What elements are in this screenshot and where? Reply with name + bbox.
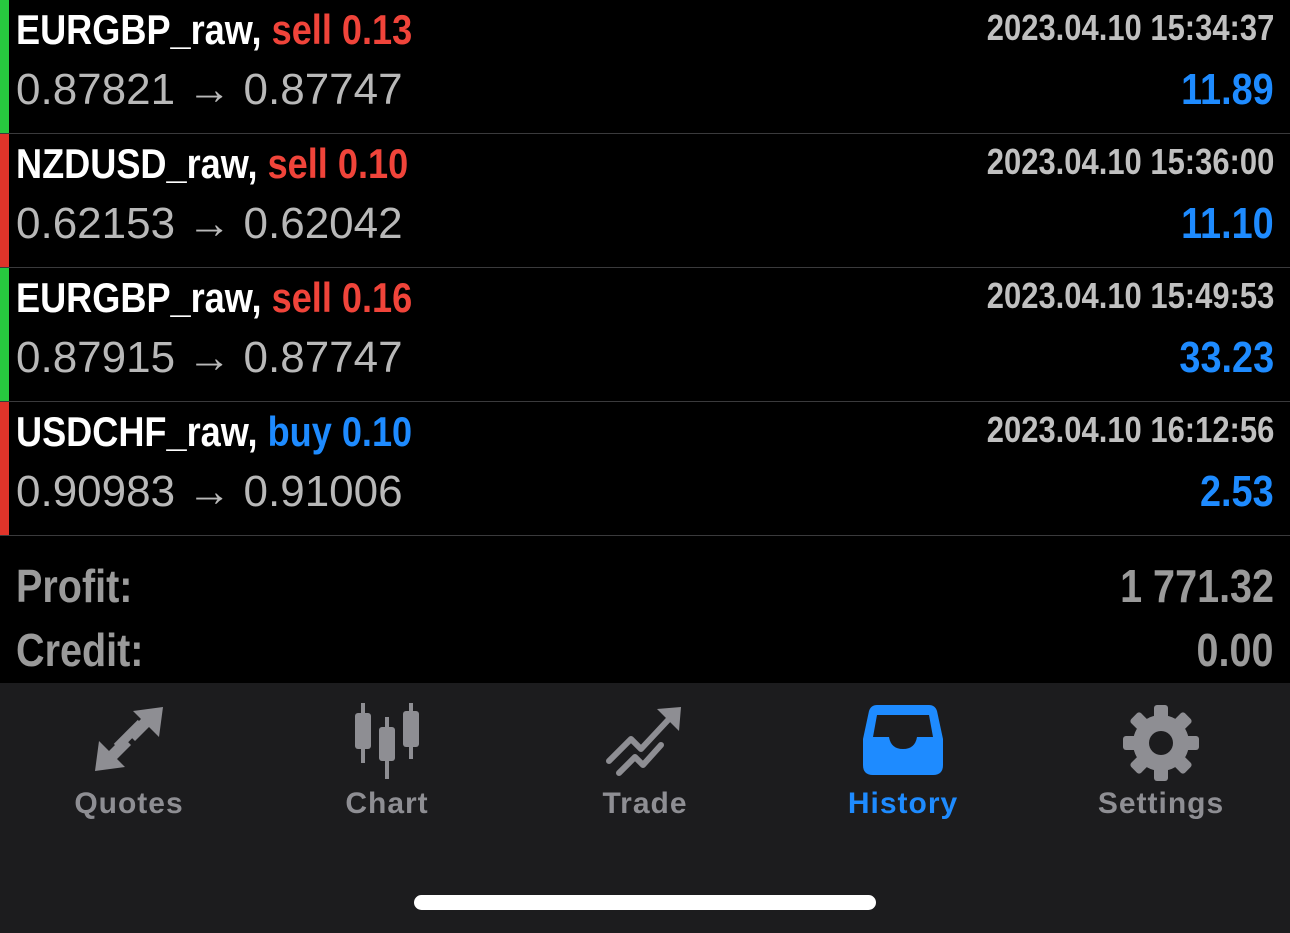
deal-title: EURGBP_raw, sell 0.13 — [16, 6, 413, 53]
close-price: 0.87747 — [243, 65, 403, 114]
close-price: 0.62042 — [243, 199, 403, 248]
deal-time: 2023.04.10 15:34:37 — [986, 7, 1274, 48]
deal-volume: 0.10 — [337, 140, 409, 187]
home-indicator[interactable] — [414, 895, 876, 910]
deal-profit: 11.10 — [1181, 199, 1274, 248]
tab-label: History — [847, 787, 959, 820]
deal-prices: 0.90983 → 0.91006 — [16, 464, 403, 520]
history-icon — [863, 705, 943, 775]
deal-symbol: EURGBP_raw — [16, 6, 252, 53]
open-price: 0.87915 — [16, 333, 176, 382]
deal-time: 2023.04.10 16:12:56 — [986, 409, 1274, 450]
open-price: 0.62153 — [16, 199, 176, 248]
deal-title: USDCHF_raw, buy 0.10 — [16, 408, 413, 455]
tab-history[interactable]: History — [774, 683, 1032, 833]
deal-profit: 2.53 — [1200, 467, 1274, 516]
deal-row[interactable]: USDCHF_raw, buy 0.10 0.90983 → 0.91006 2… — [0, 402, 1290, 536]
arrow-icon: → — [187, 65, 232, 114]
open-price: 0.90983 — [16, 467, 176, 516]
deal-prices: 0.62153 → 0.62042 — [16, 196, 403, 252]
deal-type: sell — [271, 6, 332, 53]
deal-row[interactable]: EURGBP_raw, sell 0.16 0.87915 → 0.87747 … — [0, 268, 1290, 402]
profit-value: 1 771.32 — [1120, 560, 1274, 612]
tab-chart[interactable]: Chart — [258, 683, 516, 833]
close-price: 0.91006 — [243, 467, 403, 516]
deal-symbol: NZDUSD_raw — [16, 140, 248, 187]
profit-label: Profit: — [16, 560, 133, 612]
deal-row[interactable]: EURGBP_raw, sell 0.13 0.87821 → 0.87747 … — [0, 0, 1290, 134]
deal-stripe — [0, 268, 9, 401]
deal-time: 2023.04.10 15:49:53 — [986, 275, 1274, 316]
deal-row[interactable]: NZDUSD_raw, sell 0.10 0.62153 → 0.62042 … — [0, 134, 1290, 268]
deal-prices: 0.87915 → 0.87747 — [16, 330, 403, 386]
profit-row: Profit: 1 771.32 — [16, 556, 1274, 616]
tab-trade[interactable]: Trade — [516, 683, 774, 833]
account-summary: Profit: 1 771.32 Credit: 0.00 — [0, 536, 1290, 686]
gear-icon — [1123, 705, 1199, 781]
deal-type: buy — [267, 408, 332, 455]
open-price: 0.87821 — [16, 65, 176, 114]
arrow-icon: → — [187, 467, 232, 516]
deal-volume: 0.13 — [341, 6, 413, 53]
deal-volume: 0.10 — [341, 408, 413, 455]
deal-type: sell — [271, 274, 332, 321]
deal-stripe — [0, 134, 9, 267]
tab-label: Quotes — [74, 787, 184, 820]
deal-stripe — [0, 402, 9, 535]
deal-stripe — [0, 0, 9, 133]
credit-row: Credit: 0.00 — [16, 620, 1274, 680]
arrow-icon: → — [187, 333, 232, 382]
deal-prices: 0.87821 → 0.87747 — [16, 62, 403, 118]
tab-quotes[interactable]: Quotes — [0, 683, 258, 833]
tab-settings[interactable]: Settings — [1032, 683, 1290, 833]
arrow-icon: → — [187, 199, 232, 248]
credit-label: Credit: — [16, 624, 144, 676]
deal-profit: 33.23 — [1179, 333, 1274, 382]
deal-volume: 0.16 — [341, 274, 413, 321]
deal-title: EURGBP_raw, sell 0.16 — [16, 274, 413, 321]
deal-type: sell — [267, 140, 328, 187]
credit-value: 0.00 — [1197, 624, 1274, 676]
deal-symbol: USDCHF_raw — [16, 408, 248, 455]
tab-label: Chart — [345, 787, 429, 820]
deal-profit: 11.89 — [1181, 65, 1274, 114]
deal-symbol: EURGBP_raw — [16, 274, 252, 321]
deals-list: EURGBP_raw, sell 0.13 0.87821 → 0.87747 … — [0, 0, 1290, 536]
trade-icon — [606, 707, 681, 776]
tab-label: Trade — [602, 787, 688, 820]
quotes-icon — [95, 707, 163, 771]
close-price: 0.87747 — [243, 333, 403, 382]
deal-time: 2023.04.10 15:36:00 — [986, 141, 1274, 182]
tab-label: Settings — [1097, 787, 1225, 820]
deal-title: NZDUSD_raw, sell 0.10 — [16, 140, 409, 187]
chart-icon — [355, 703, 419, 779]
